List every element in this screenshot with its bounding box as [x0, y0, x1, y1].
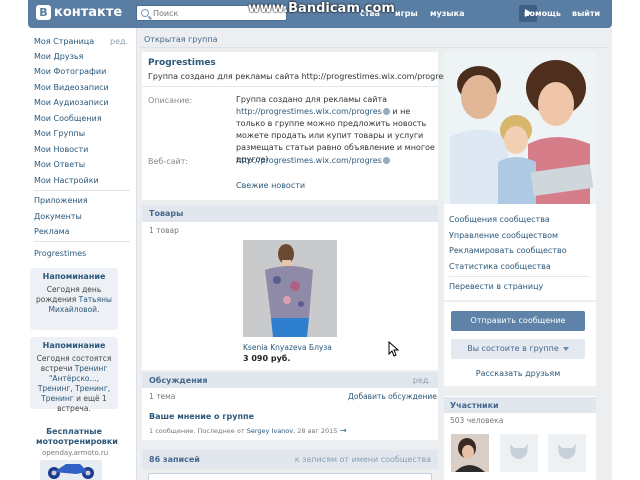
sidebar-divider — [34, 241, 130, 242]
chevron-down-icon — [562, 346, 569, 351]
recorder-watermark: www.Bandicam.com — [248, 1, 395, 16]
info-divider — [142, 86, 438, 87]
description-text: Группа создано для рекламы сайта — [236, 95, 388, 104]
product-image[interactable] — [243, 240, 337, 337]
breadcrumb-divider — [140, 47, 608, 48]
manage-community-link[interactable]: Управление сообществом — [449, 231, 558, 240]
product-name[interactable]: Ksenia Knyazeva Блуза — [243, 343, 332, 352]
birthday-reminder: Напоминание Сегодня день рождения Татьян… — [30, 268, 118, 330]
sidebar-item-documents[interactable]: Документы — [34, 212, 82, 221]
membership-label: Вы состоите в группе — [467, 344, 559, 353]
goods-title: Товары — [149, 209, 184, 218]
sidebar-item-videos[interactable]: Мои Видеозаписи — [34, 83, 109, 92]
description-link[interactable]: http://progrestimes.wix.com/progres — [236, 107, 382, 116]
left-sidebar: Моя Страница ред. Мои Друзья Мои Фотогра… — [28, 28, 136, 480]
sidebar-item-apps[interactable]: Приложения — [34, 196, 88, 205]
advertise-community-link[interactable]: Рекламировать сообщество — [449, 246, 567, 255]
link-preview-icon — [382, 157, 390, 164]
sidebar-item-messages[interactable]: Мои Сообщения — [34, 114, 102, 123]
fresh-news-link[interactable]: Свежие новости — [236, 181, 305, 190]
sidebar-item-news[interactable]: Мои Новости — [34, 145, 88, 154]
right-divider — [449, 276, 589, 277]
sidebar-item-friends[interactable]: Мои Друзья — [34, 52, 83, 61]
sidebar-item-settings[interactable]: Мои Настройки — [34, 176, 99, 185]
website-value: http://progrestimes.wix.com/progres — [236, 155, 436, 167]
page-breadcrumb: Открытая группа — [144, 35, 218, 44]
members-count[interactable]: 503 человека — [450, 416, 503, 425]
go-to-last-post-icon[interactable]: → — [340, 426, 347, 435]
new-post-input[interactable] — [148, 473, 432, 480]
member-avatar[interactable] — [451, 434, 489, 472]
goods-header[interactable]: Товары — [142, 205, 438, 222]
events-reminder: Напоминание Сегодня состоятся встречи Тр… — [30, 337, 118, 413]
website-link[interactable]: http://progrestimes.wix.com/progres — [236, 156, 382, 165]
ad-site[interactable]: openday.armoto.ru — [42, 449, 108, 457]
topic-author-link[interactable]: Sergey Ivanov — [247, 427, 293, 435]
discussions-header[interactable]: Обсуждения ред. — [142, 372, 438, 389]
search-icon — [141, 9, 149, 17]
send-message-button[interactable]: Отправить сообщение — [451, 311, 585, 331]
reminder-body: Сегодня состоятся встречи Тренинг "Антёр… — [32, 354, 116, 414]
topic-date: , 28 авг 2015 — [293, 427, 338, 435]
add-discussion-link[interactable]: Добавить обсуждение — [348, 392, 437, 401]
convert-to-page-link[interactable]: Перевести в страницу — [449, 282, 543, 291]
member-avatar-default[interactable] — [500, 434, 538, 472]
group-status: Группа создано для рекламы сайта http://… — [148, 72, 448, 81]
topic-meta: 1 сообщение. Последнее от Sergey Ivanov,… — [149, 427, 337, 435]
discussions-title: Обсуждения — [149, 376, 208, 385]
members-title: Участники — [450, 401, 499, 410]
sidebar-item-photos[interactable]: Мои Фотографии — [34, 67, 106, 76]
mouse-cursor-icon — [388, 341, 400, 357]
ad-motorcycle-image[interactable] — [40, 460, 102, 480]
membership-dropdown-button[interactable]: Вы состоите в группе — [451, 339, 585, 359]
sidebar-bookmark-progrestimes[interactable]: Progrestimes — [34, 249, 86, 258]
tell-friends-link[interactable]: Рассказать друзьям — [444, 369, 592, 378]
goods-count[interactable]: 1 товар — [149, 226, 179, 235]
vk-logo[interactable]: В контакте — [36, 5, 122, 20]
community-messages-link[interactable]: Сообщения сообщества — [449, 215, 550, 224]
sidebar-item-audio[interactable]: Мои Аудиозаписи — [34, 98, 109, 107]
ad-title[interactable]: Бесплатные мотоотренировки — [36, 427, 118, 447]
community-posts-link[interactable]: к записям от имени сообщества — [295, 455, 431, 464]
sidebar-item-ads[interactable]: Реклама — [34, 227, 70, 236]
member-avatar-default[interactable] — [548, 434, 586, 472]
group-name: Progrestimes — [148, 58, 216, 68]
nav-games[interactable]: игры — [395, 9, 418, 18]
reminder-title: Напоминание — [42, 341, 106, 350]
sidebar-edit-link[interactable]: ред. — [110, 37, 128, 46]
description-label: Описание: — [148, 96, 193, 105]
website-label: Веб-сайт: — [148, 157, 189, 166]
nav-music[interactable]: музыка — [430, 9, 464, 18]
members-header[interactable]: Участники — [444, 397, 596, 413]
sidebar-item-groups[interactable]: Мои Группы — [34, 129, 85, 138]
link-preview-icon — [382, 108, 390, 115]
topics-count[interactable]: 1 тема — [149, 392, 175, 401]
product-price: 3 090 руб. — [243, 354, 291, 363]
nav-help[interactable]: помощь — [524, 9, 561, 18]
logo-letter: В — [36, 5, 51, 20]
sidebar-item-my-page[interactable]: Моя Страница — [34, 37, 94, 46]
reminder-body: Сегодня день рождения Татьяны Михайловой… — [32, 285, 116, 315]
reminder-title: Напоминание — [42, 272, 106, 281]
topic-meta-text: 1 сообщение. Последнее от — [149, 427, 247, 435]
posts-count[interactable]: 86 записей — [149, 455, 200, 464]
logo-text: контакте — [54, 5, 123, 20]
nav-logout[interactable]: выйти — [572, 9, 600, 18]
community-stats-link[interactable]: Статистика сообщества — [449, 262, 551, 271]
topic-title[interactable]: Ваше мнение о группе — [149, 412, 254, 421]
posts-header: 86 записей к записям от имени сообщества — [142, 450, 438, 469]
group-cover-image[interactable] — [444, 52, 596, 204]
discussions-edit-link[interactable]: ред. — [413, 376, 431, 385]
sidebar-item-answers[interactable]: Мои Ответы — [34, 160, 85, 169]
reminder-text-end: . — [97, 305, 100, 314]
sidebar-divider — [34, 190, 130, 191]
